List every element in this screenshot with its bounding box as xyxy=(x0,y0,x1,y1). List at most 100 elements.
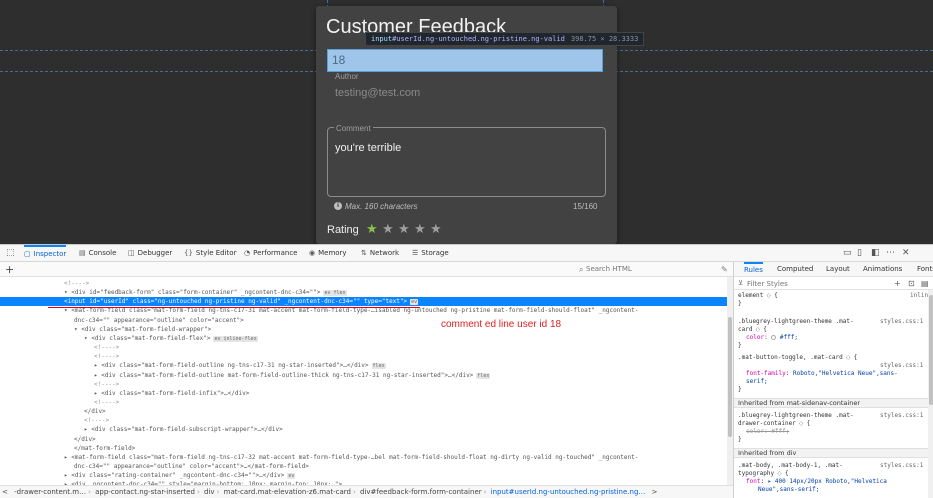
tab-memory-label: Memory xyxy=(318,249,347,257)
tab-inspector[interactable]: ▢ Inspector xyxy=(24,245,67,262)
rule-selector[interactable]: .mat-button-toggle, .mat-card ◌ { xyxy=(738,354,857,362)
rule-selector[interactable]: .bluegrey-lightgreen-theme .mat-styles.c… xyxy=(738,412,923,420)
markup-node[interactable]: </div> xyxy=(0,407,727,416)
debugger-icon: ◫ xyxy=(128,249,135,257)
print-media-icon[interactable]: ▤ xyxy=(921,277,929,290)
tab-network[interactable]: ⇅ Network xyxy=(361,245,399,262)
breadcrumb-item-drawer-content[interactable]: -drawer-content.m… xyxy=(14,486,86,498)
tab-style-editor[interactable]: {} Style Editor xyxy=(184,245,236,262)
split-console-icon[interactable]: ◧ xyxy=(871,248,880,259)
markup-node[interactable]: <!----> xyxy=(0,416,727,425)
options-menu-icon[interactable]: ⋯ xyxy=(886,248,895,259)
breadcrumb-item-feedback-form[interactable]: div#feedback-form.form-container xyxy=(360,486,482,498)
breadcrumb-item-mat-card[interactable]: mat-card.mat-elevation-z6.mat-card xyxy=(224,486,351,498)
toggle-pseudo-classes-icon[interactable]: ⊡ xyxy=(908,277,915,290)
markup-node[interactable]: <!----> xyxy=(0,343,727,352)
markup-node[interactable]: ▾ <div class="mat-form-field-wrapper"> xyxy=(0,325,727,334)
markup-node[interactable]: ▸ <mat-form-field class="mat-form-field … xyxy=(0,453,727,462)
rule-source-link[interactable]: styles.css:1 xyxy=(880,318,923,326)
author-label: Author xyxy=(335,72,359,81)
tab-animations[interactable]: Animations xyxy=(863,262,902,277)
rating-label: Rating xyxy=(327,224,359,236)
color-swatch-icon[interactable] xyxy=(771,335,777,340)
rule-selector-text: .mat-button-toggle, .mat-card ◌ { xyxy=(738,354,858,361)
element-picker-icon[interactable]: ⬚ xyxy=(6,248,15,259)
markup-node[interactable]: dnc-c34="" appearance="outline" color="a… xyxy=(0,462,727,471)
user-id-input[interactable]: 18 xyxy=(327,49,603,72)
rule-selector-cont: card ◌ { xyxy=(738,326,767,333)
tab-layout[interactable]: Layout xyxy=(826,262,850,277)
markup-badge[interactable]: flex xyxy=(476,372,491,379)
rating-star-3[interactable]: ★ xyxy=(398,223,410,237)
markup-badge[interactable]: ev xyxy=(410,299,419,306)
markup-badge[interactable]: flex xyxy=(371,363,386,370)
markup-node-text: <!----> xyxy=(94,398,120,406)
responsive-design-icon[interactable]: ▭ xyxy=(843,248,852,259)
markup-node[interactable]: <!----> xyxy=(0,279,727,288)
tab-memory[interactable]: ◉ Memory xyxy=(309,245,347,262)
markup-node[interactable]: ▾ <div id="feedback-form" class="form-co… xyxy=(0,288,727,297)
add-node-button[interactable]: + xyxy=(5,262,14,277)
search-html-input[interactable] xyxy=(576,264,716,275)
rule-selector[interactable]: .bluegrey-lightgreen-theme .mat-styles.c… xyxy=(738,318,923,326)
tab-storage-label: Storage xyxy=(421,249,449,257)
close-icon[interactable]: ✕ xyxy=(902,248,910,259)
breadcrumb-scroll-left[interactable]: < xyxy=(2,486,8,498)
markup-node[interactable]: <!----> xyxy=(0,352,727,361)
markup-node-text: ▸ <div class="mat-form-field-infix">…</d… xyxy=(94,389,250,397)
eyedropper-icon[interactable]: ✎ xyxy=(721,262,728,277)
rating-star-1[interactable]: ★ xyxy=(366,223,378,237)
markup-node[interactable]: ▸ <div class="mat-form-field-outline mat… xyxy=(0,371,727,380)
markup-toolbar: + ⌕ ✎ xyxy=(0,262,733,277)
markup-badge[interactable]: ev flex xyxy=(323,290,347,297)
markup-node[interactable]: ▸ <div class="mat-form-field-outline ng-… xyxy=(0,361,727,370)
comment-field[interactable] xyxy=(327,127,606,197)
dock-icon[interactable]: ▯ xyxy=(857,248,862,259)
markup-node[interactable]: ▾ <div class="mat-form-field-flex"> ev in… xyxy=(0,334,727,343)
rule-selector[interactable]: .mat-body, .mat-body-1, .mat-styles.css:… xyxy=(738,462,923,470)
markup-badge[interactable]: ev inline-flex xyxy=(213,335,258,342)
add-rule-button[interactable]: + xyxy=(894,277,901,290)
rule-source-link[interactable]: styles.css:1 xyxy=(880,412,923,420)
markup-node[interactable]: ▸ <div class="mat-form-field-subscript-w… xyxy=(0,425,727,434)
markup-badge[interactable]: ev xyxy=(287,473,296,480)
breadcrumb-scroll-right[interactable]: > xyxy=(652,486,658,498)
performance-icon: ◔ xyxy=(244,249,251,257)
rating-star-5[interactable]: ★ xyxy=(430,223,442,237)
markup-node-selected[interactable]: <input id="userId" class="ng-untouched n… xyxy=(0,297,727,307)
markup-scrollbar-thumb[interactable] xyxy=(728,317,732,437)
character-counter: 15/160 xyxy=(573,202,598,211)
markup-node[interactable]: ▸ <div class="rating-container" _ngconte… xyxy=(0,471,727,480)
rule-selector-cont: typography ◌ { xyxy=(738,470,789,477)
tab-computed[interactable]: Computed xyxy=(777,262,813,277)
filter-styles-input[interactable] xyxy=(737,278,877,289)
markup-node[interactable]: dnc-c34="" appearance="outline" color="a… xyxy=(0,316,727,325)
tab-performance[interactable]: ◔ Performance xyxy=(244,245,297,262)
property-value: Roboto,"Helvetica Neue",sans- xyxy=(792,370,898,377)
rule-declaration[interactable]: color: #fff; xyxy=(746,334,798,342)
rating-star-2[interactable]: ★ xyxy=(382,223,394,237)
breadcrumb-item-user-id[interactable]: input#userId.ng-untouched.ng-pristine.ng… xyxy=(491,486,646,498)
rule-source-link[interactable]: styles.css:1 xyxy=(880,462,923,470)
rule-declaration[interactable]: color: #fff; xyxy=(746,428,789,436)
property-value: #fff; xyxy=(779,334,798,341)
tab-debugger[interactable]: ◫ Debugger xyxy=(128,245,172,262)
rule-declaration[interactable]: font: ▸ 400 14px/20px Roboto,"Helvetica xyxy=(746,478,887,486)
rule-declaration[interactable]: font-family: Roboto,"Helvetica Neue",san… xyxy=(746,370,898,378)
markup-node[interactable]: <!----> xyxy=(0,380,727,389)
breadcrumb-item-div[interactable]: div xyxy=(204,486,215,498)
breadcrumb-item-app-contact[interactable]: app-contact.ng-star-inserted xyxy=(95,486,195,498)
tab-storage[interactable]: ☰ Storage xyxy=(412,245,449,262)
tab-console[interactable]: ▤ Console xyxy=(79,245,116,262)
rules-scrollbar-thumb[interactable] xyxy=(929,295,933,405)
author-field[interactable]: testing@test.com xyxy=(335,87,420,99)
markup-node[interactable]: </div> xyxy=(0,435,727,444)
tab-rules[interactable]: Rules xyxy=(744,262,763,277)
rules-scrollbar[interactable] xyxy=(928,290,933,498)
rule-source-link[interactable]: styles.css:1 xyxy=(880,362,923,370)
rating-star-4[interactable]: ★ xyxy=(414,223,426,237)
tab-fonts[interactable]: Fonts xyxy=(917,262,933,277)
markup-node[interactable]: ▸ <div class="mat-form-field-infix">…</d… xyxy=(0,389,727,398)
markup-node[interactable]: <!----> xyxy=(0,398,727,407)
markup-node[interactable]: </mat-form-field> xyxy=(0,444,727,453)
